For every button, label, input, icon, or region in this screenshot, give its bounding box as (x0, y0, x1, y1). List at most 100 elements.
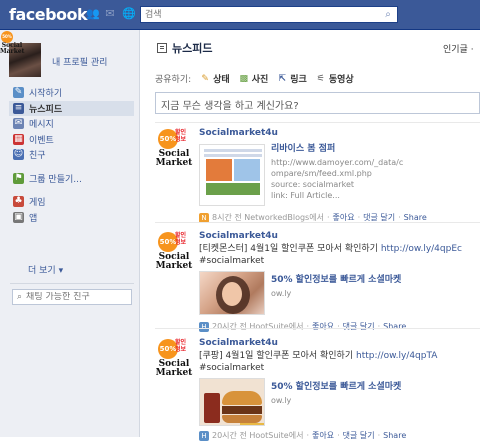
like-link[interactable]: 좋아요 (312, 321, 334, 332)
social-market-logo: Social Market (155, 253, 193, 271)
attachment-link: link: Full Article... (271, 191, 340, 200)
more-link[interactable]: 더 보기 ▾ (28, 263, 63, 276)
share-link[interactable]: Share (383, 431, 406, 440)
social-market-logo: Social Market (0, 43, 24, 55)
tag-line: 정보 (175, 346, 187, 353)
story-avatar[interactable]: 50% 할인 정보 Social Market (155, 128, 193, 168)
attachment-thumbnail[interactable] (199, 378, 265, 426)
thumb-image (222, 415, 262, 423)
hootsuite-icon: H (199, 321, 209, 332)
status-input[interactable]: 지금 무슨 생각을 하고 계신가요? (155, 92, 480, 114)
search-icon[interactable]: ⌕ (381, 8, 395, 21)
sidebar-item-messages[interactable]: ✉ 메시지 (13, 116, 138, 132)
attachment-title-link[interactable]: 리바이스 봄 점퍼 (271, 144, 480, 155)
notifications-globe-icon[interactable]: 🌐 (122, 8, 136, 20)
chat-search-input[interactable] (26, 292, 122, 302)
news-feed-icon: ≡ (13, 102, 24, 114)
news-feed-icon (157, 43, 167, 53)
attachment-url: ompare/sm/feed.xml.php (271, 169, 372, 178)
option-label: 동영상 (328, 75, 354, 85)
apps-icon: ▣ (13, 211, 24, 223)
top-bar: facebook 👥 ✉ 🌐 ⌕ (0, 0, 480, 30)
edit-profile-link[interactable]: 내 프로필 관리 (52, 55, 107, 68)
story-message: [티켓몬스터] 4월1일 할인쿠폰 모아서 확인하기 http://ow.ly/… (199, 243, 480, 267)
sidebar-item-games[interactable]: ♣ 게임 (13, 194, 138, 210)
sidebar-item-create-group[interactable]: ⚑ 그룹 만들기... (13, 171, 138, 187)
search-icon: ⌕ (17, 292, 23, 302)
like-link[interactable]: 좋아요 (312, 430, 334, 441)
tag-line: 할인 (175, 339, 187, 346)
page-title: 뉴스피드 (157, 40, 212, 56)
story-body: Socialmarket4u 리바이스 봄 점퍼 http://www.damo… (199, 128, 480, 223)
share-status-option[interactable]: ✎ 상태 (200, 72, 229, 86)
story-body: Socialmarket4u [쿠팡] 4월1일 할인쿠폰 모아서 확인하기 h… (199, 338, 480, 441)
share-link-option[interactable]: ⇱ 링크 (277, 72, 307, 86)
link-icon: ⇱ (278, 73, 287, 84)
story-actor-link[interactable]: Socialmarket4u (199, 128, 278, 138)
attachment-title-link[interactable]: 50% 할인정보를 빠르게 소셜마켓 (271, 382, 480, 393)
sidebar-item-apps[interactable]: ▣ 앱 (13, 210, 138, 226)
share-link[interactable]: Share (383, 322, 406, 331)
story-message: [쿠팡] 4월1일 할인쿠폰 모아서 확인하기 http://ow.ly/4qp… (199, 350, 480, 374)
sidebar-item-label: 그룹 만들기... (29, 174, 82, 185)
sidebar-item-news-feed[interactable]: ≡ 뉴스피드 (9, 100, 134, 116)
message-link[interactable]: http://ow.ly/4qpTA (356, 351, 437, 361)
story-actor-link[interactable]: Socialmarket4u (199, 338, 278, 348)
message-text: [티켓몬스터] 4월1일 할인쿠폰 모아서 확인하기 (199, 244, 378, 254)
link-attachment: 50% 할인정보를 빠르게 소셜마켓 ow.ly (199, 271, 480, 319)
top-news-sort-link[interactable]: 인기글 · (443, 42, 474, 55)
sidebar-item-label: 이벤트 (29, 135, 54, 146)
story-footer: H 20시간 전 HootSuite에서 · 좋아요 · 댓글 달기 · Sha… (199, 321, 480, 332)
share-link[interactable]: Share (404, 213, 427, 222)
story-footer: H 20시간 전 HootSuite에서 · 좋아요 · 댓글 달기 · Sha… (199, 430, 480, 441)
calendar-icon: ▦ (13, 133, 24, 145)
sidebar-item-label: 게임 (29, 198, 46, 209)
share-photo-option[interactable]: ▩ 사진 (239, 72, 268, 86)
comment-link[interactable]: 댓글 달기 (343, 430, 375, 441)
status-icon: ✎ (201, 73, 209, 84)
thumb-image (234, 159, 260, 181)
attachment-thumbnail[interactable] (199, 271, 265, 315)
tag-line: 정보 (175, 136, 187, 143)
comment-link[interactable]: 댓글 달기 (343, 321, 375, 332)
chat-friend-avatar[interactable]: 50% Social Market (0, 30, 24, 55)
sidebar-item-label: 메시지 (29, 120, 54, 131)
logo-line: Market (155, 261, 193, 271)
networkedblogs-icon: N (199, 212, 209, 223)
story-avatar[interactable]: 50% 할인 정보 Social Market (155, 231, 193, 271)
sidebar-item-events[interactable]: ▦ 이벤트 (13, 132, 138, 148)
divider (155, 328, 480, 329)
page-title-text: 뉴스피드 (172, 42, 213, 55)
sidebar-item-label: 앱 (29, 213, 38, 224)
sidebar-nav: ✎ 시작하기 ≡ 뉴스피드 ✉ 메시지 ▦ 이벤트 ☺ 친구 ⚑ 그룹 만들기.… (9, 85, 138, 226)
facebook-logo[interactable]: facebook (9, 5, 88, 24)
sidebar-item-friends[interactable]: ☺ 친구 (13, 147, 138, 163)
sidebar-item-label: 친구 (29, 151, 46, 162)
friend-requests-icon[interactable]: 👥 (86, 8, 100, 20)
tag-line: 정보 (175, 239, 187, 246)
thumb-image (222, 406, 262, 414)
discount-tag: 할인 정보 (175, 129, 186, 143)
story-avatar[interactable]: 50% 할인 정보 Social Market (155, 338, 193, 378)
thumb-image (222, 391, 262, 405)
photo-icon: ▩ (239, 73, 248, 84)
sidebar-item-label: 뉴스피드 (29, 104, 63, 115)
attachment-title-link[interactable]: 50% 할인정보를 빠르게 소셜마켓 (271, 275, 480, 286)
social-market-logo: Social Market (155, 360, 193, 378)
chevron-down-icon: ▾ (58, 266, 64, 276)
attachment-url: http://www.damoyer.com/_data/c (271, 158, 404, 167)
sidebar-item-getting-started[interactable]: ✎ 시작하기 (13, 85, 138, 101)
search-input[interactable] (141, 7, 371, 22)
message-link[interactable]: http://ow.ly/4qpEc (381, 244, 462, 254)
story-timestamp: 20시간 전 HootSuite에서 (212, 322, 304, 331)
attachment-url: ow.ly (271, 289, 292, 298)
thumb-image (206, 159, 232, 181)
option-label: 링크 (290, 75, 307, 85)
message-text: [쿠팡] 4월1일 할인쿠폰 모아서 확인하기 (199, 351, 354, 361)
story-actor-link[interactable]: Socialmarket4u (199, 231, 278, 241)
tag-line: 할인 (175, 232, 187, 239)
messages-jewel-icon[interactable]: ✉ (104, 8, 116, 20)
divider (155, 222, 480, 223)
share-video-option[interactable]: ⚟ 동영상 (316, 72, 354, 86)
attachment-thumbnail[interactable] (199, 144, 265, 206)
